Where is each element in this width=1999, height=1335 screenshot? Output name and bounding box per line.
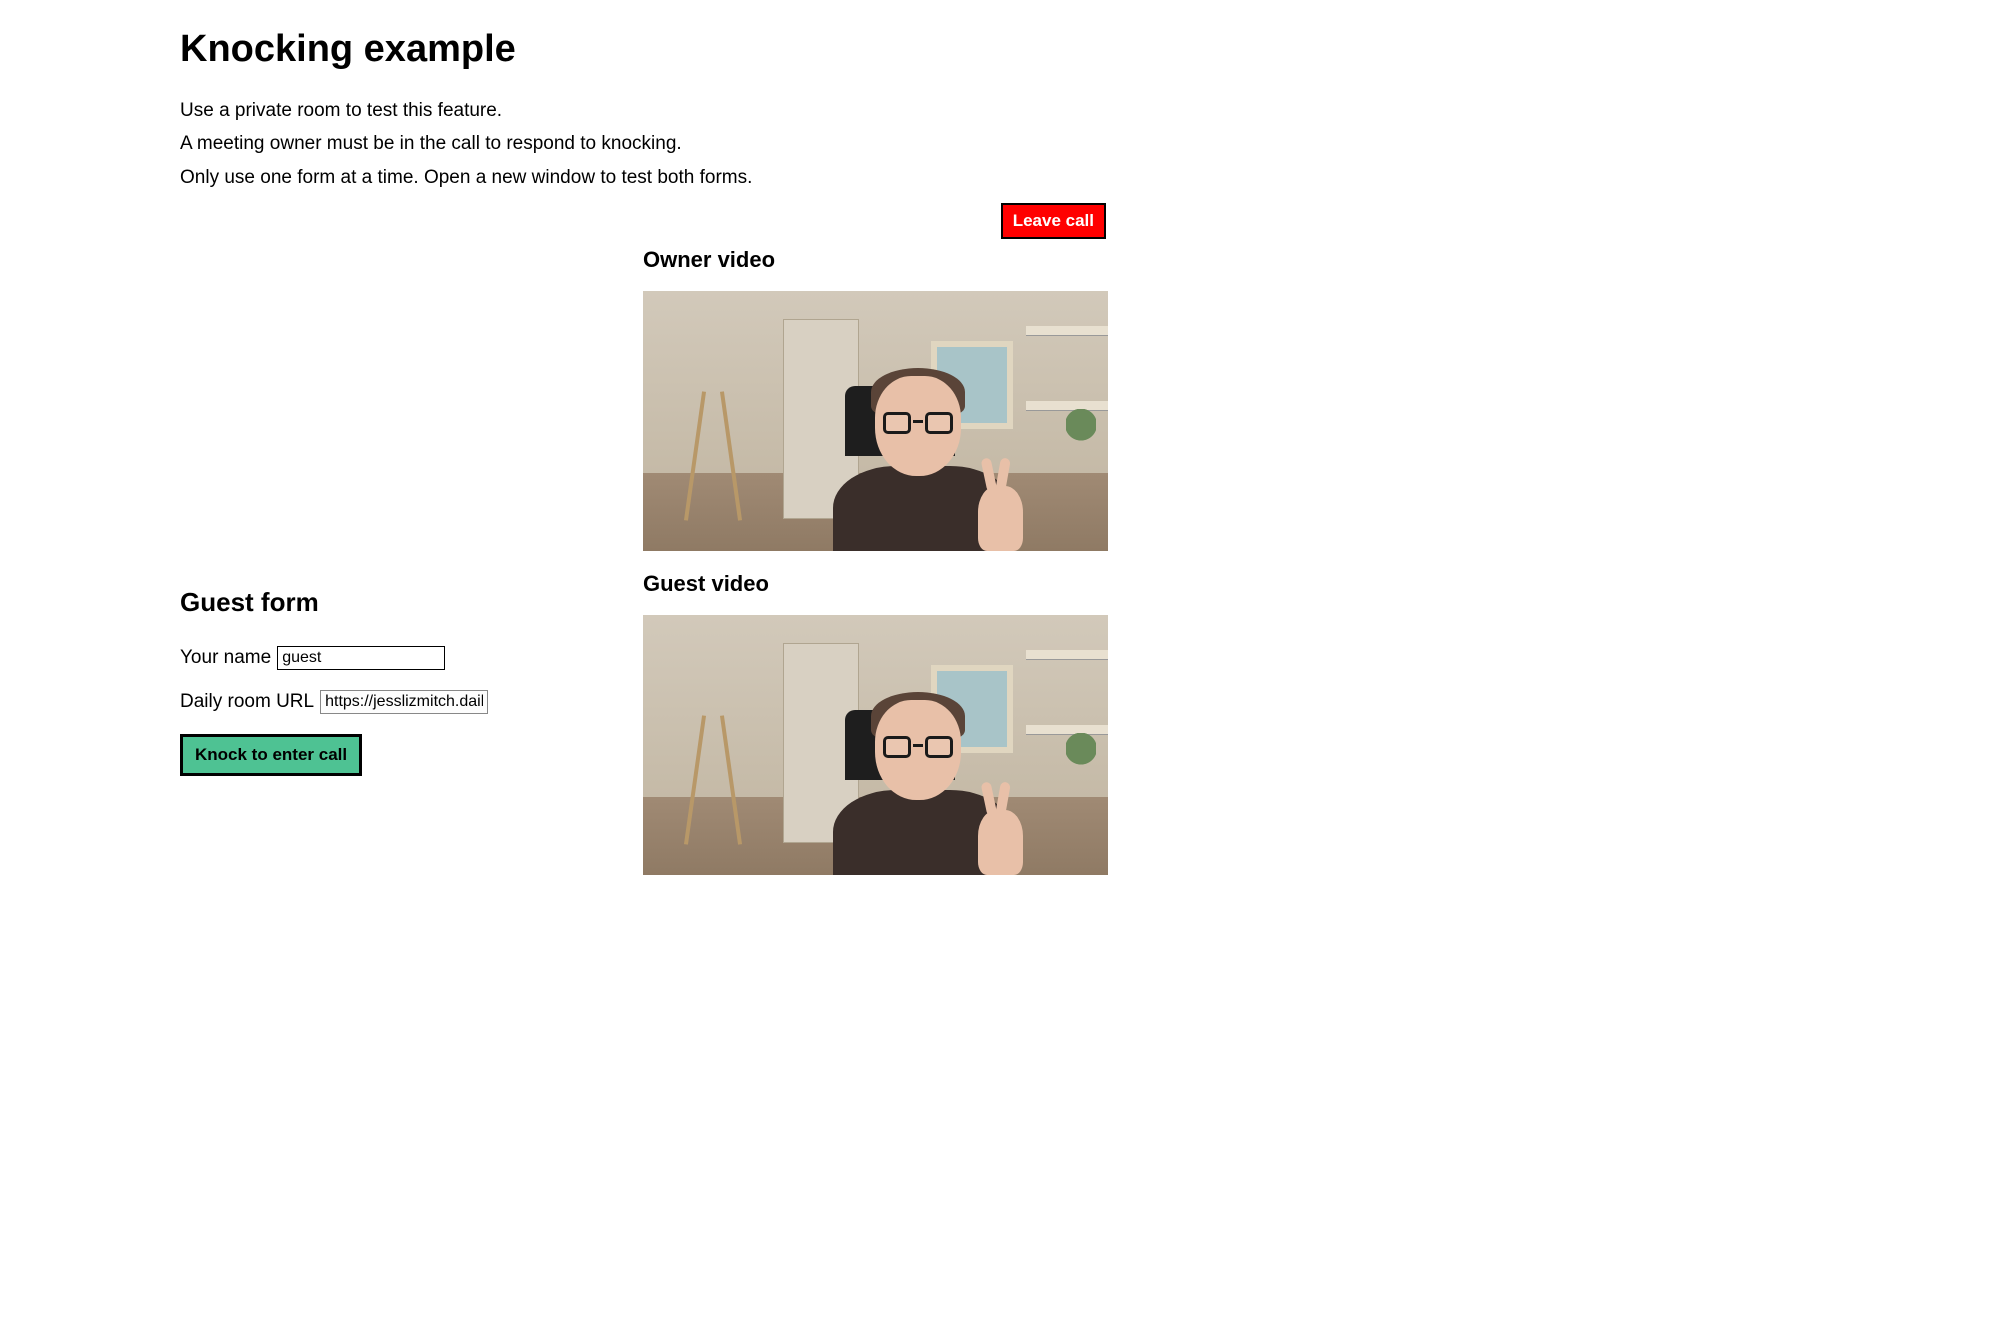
room-url-input[interactable] [320,690,488,714]
name-label: Your name [180,647,271,669]
owner-video-feed [643,291,1108,551]
leave-call-button[interactable]: Leave call [1001,203,1106,239]
intro-line-3: Only use one form at a time. Open a new … [180,162,1819,193]
intro-text: Use a private room to test this feature.… [180,95,1819,193]
guest-form: Guest form Your name Daily room URL Knoc… [180,587,623,776]
intro-line-1: Use a private room to test this feature. [180,95,1819,126]
guest-video-title: Guest video [643,571,1819,597]
intro-line-2: A meeting owner must be in the call to r… [180,128,1819,159]
guest-form-heading: Guest form [180,587,623,618]
url-label: Daily room URL [180,691,314,713]
owner-video-title: Owner video [643,247,1819,273]
knock-button[interactable]: Knock to enter call [180,734,362,776]
guest-video-feed [643,615,1108,875]
page-title: Knocking example [180,28,1819,71]
guest-name-input[interactable] [277,646,445,670]
